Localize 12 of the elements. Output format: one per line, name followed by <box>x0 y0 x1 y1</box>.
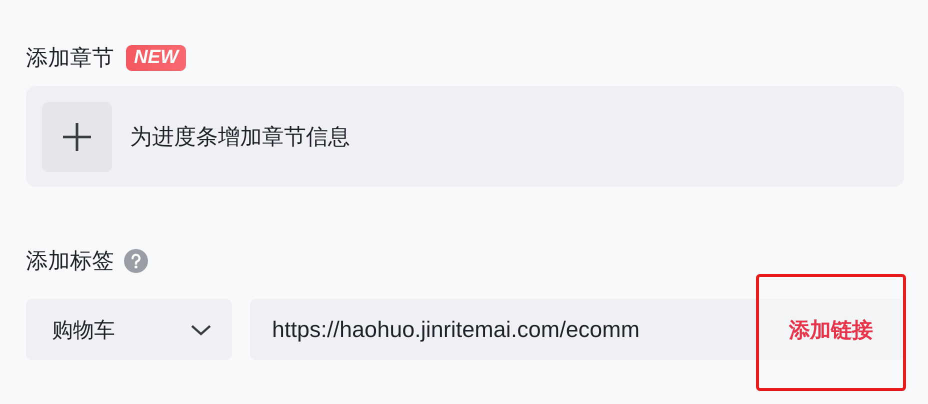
help-icon[interactable] <box>124 249 148 273</box>
plus-icon <box>62 122 92 152</box>
add-link-button[interactable]: 添加链接 <box>758 299 904 360</box>
section-title: 添加章节 <box>26 45 114 73</box>
section-title: 添加标签 <box>26 248 114 276</box>
tag-type-dropdown[interactable]: 购物车 <box>26 299 232 360</box>
chevron-down-icon <box>190 324 212 336</box>
new-badge: NEW <box>126 45 186 71</box>
add-chapter-text: 为进度条增加章节信息 <box>130 124 350 152</box>
link-input-field[interactable]: https://haohuo.jinritemai.com/ecomm 添加链接 <box>250 299 904 360</box>
add-button[interactable] <box>42 102 112 172</box>
add-chapter-panel[interactable]: 为进度条增加章节信息 <box>26 86 904 187</box>
